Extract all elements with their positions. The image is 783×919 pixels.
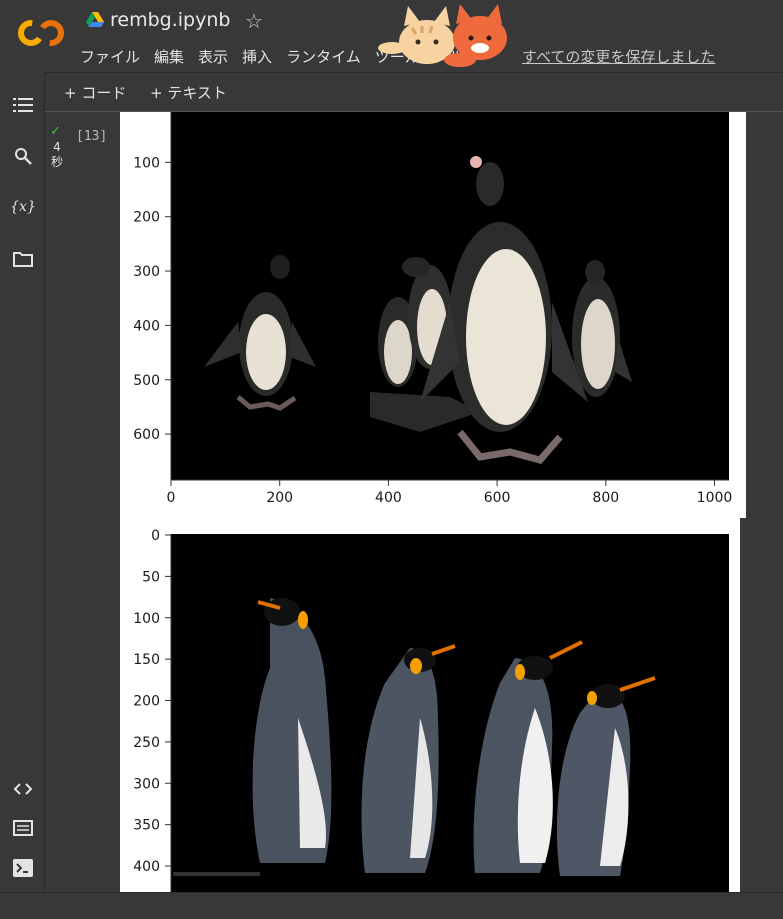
left-sidebar: {x} [0,72,45,892]
notebook-title[interactable]: rembg.ipynb [110,9,230,31]
menu-insert[interactable]: 挿入 [242,46,272,68]
google-drive-icon[interactable] [86,12,104,28]
tick-label: 600 [133,427,160,443]
star-icon[interactable]: ☆ [245,9,263,33]
colab-logo[interactable] [16,16,66,50]
code-snippets-icon[interactable] [12,778,34,800]
orange-cat [444,4,507,67]
tick-label: 400 [133,859,160,875]
tick-label: 0 [151,528,160,544]
tick-label: 100 [133,611,160,627]
tick-label: 150 [133,652,160,668]
menu-file[interactable]: ファイル [80,46,140,68]
execution-count[interactable]: [13] [76,129,107,144]
tick-label: 350 [133,818,160,834]
cat-mascot-illustration [378,4,507,67]
colab-window: rembg.ipynb ☆ ファイル 編集 表示 挿入 ランタイム ツール ヘル… [0,0,783,919]
command-palette-icon[interactable] [12,817,34,839]
plot-1-canvas: 100 200 300 400 500 600 0 200 400 600 800 1000 [133,112,733,506]
tick-label: 300 [133,776,160,792]
tick-label: 200 [266,490,293,506]
notebook-toolbar: + コード + テキスト [45,72,783,112]
tick-label: 1000 [697,490,733,506]
plot-1: 100 200 300 400 500 600 0 200 400 600 800 1000 [120,112,746,518]
right-margin [746,112,783,892]
tick-label: 200 [133,694,160,710]
menu-edit[interactable]: 編集 [154,46,184,68]
status-bar [0,892,783,919]
terminal-icon[interactable] [12,857,34,879]
tick-label: 250 [133,735,160,751]
menu-view[interactable]: 表示 [198,46,228,68]
tick-label: 500 [133,373,160,389]
run-duration: 4 秒 [50,140,64,170]
run-duration-value: 4 [53,140,61,154]
save-status-link[interactable]: すべての変更を保存しました [522,46,715,67]
variables-icon[interactable]: {x} [10,196,36,218]
cell-gutter [45,112,120,892]
add-text-button[interactable]: + テキスト [150,82,227,103]
tick-label: 200 [133,210,160,226]
plot-2-canvas: 0 50 100 150 200 250 300 350 400 [133,528,729,892]
tick-label: 0 [167,490,176,506]
tick-label: 400 [133,318,160,334]
tick-label: 400 [375,490,402,506]
run-success-icon: ✓ [50,124,61,139]
run-duration-unit: 秒 [50,155,63,169]
tick-label: 800 [592,490,619,506]
plot-2-image-area [171,534,729,892]
search-icon[interactable] [12,145,34,167]
cream-cat [378,6,455,64]
header: rembg.ipynb ☆ ファイル 編集 表示 挿入 ランタイム ツール ヘル… [0,0,783,71]
cell-output: 100 200 300 400 500 600 0 200 400 600 800 1000 [120,112,746,892]
add-code-button[interactable]: + コード [64,82,126,103]
tick-label: 300 [133,264,160,280]
tick-label: 100 [133,155,160,171]
plot-1-y-ticks: 100 200 300 400 500 600 [133,155,171,443]
table-of-contents-icon[interactable] [12,94,34,116]
menu-runtime[interactable]: ランタイム [286,46,361,68]
tick-label: 600 [484,490,511,506]
tick-label: 50 [142,569,160,585]
plot-2: 0 50 100 150 200 250 300 350 400 [120,518,740,892]
plot-2-y-ticks: 0 50 100 150 200 250 300 350 400 [133,528,171,875]
plot-1-x-ticks: 0 200 400 600 800 1000 [167,480,733,506]
files-icon[interactable] [12,248,34,270]
